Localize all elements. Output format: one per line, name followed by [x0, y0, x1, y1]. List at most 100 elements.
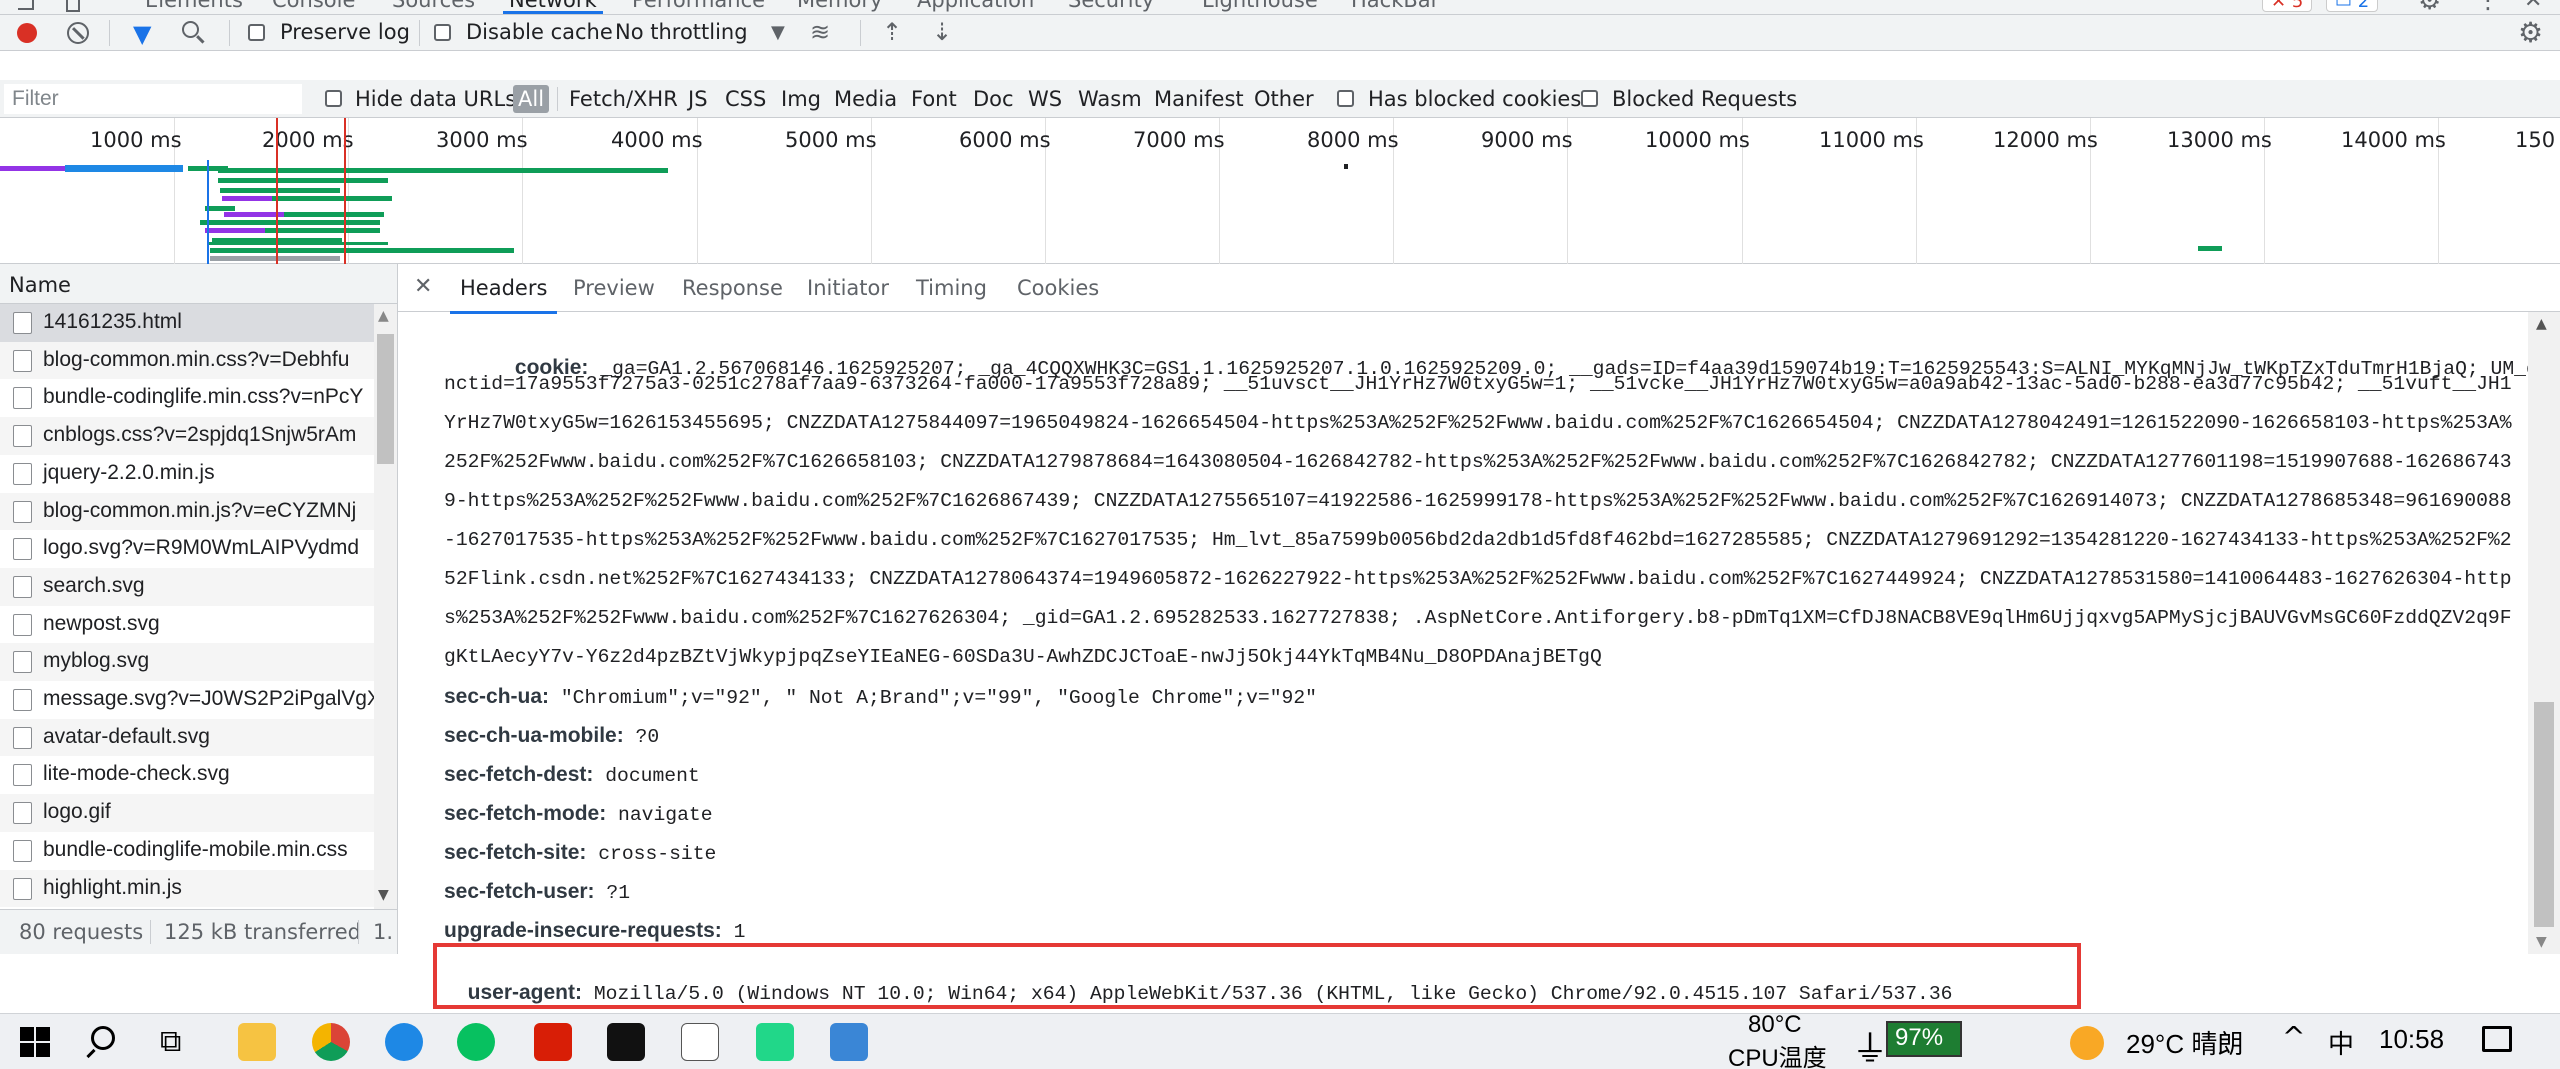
- header-value: "Chromium";v="92", " Not A;Brand";v="99"…: [560, 687, 1317, 709]
- tab-cookies[interactable]: Cookies: [1017, 276, 1099, 300]
- error-count-badge[interactable]: ✕ 5: [2262, 0, 2313, 12]
- chrome-icon[interactable]: [312, 1023, 350, 1061]
- filter-type-css[interactable]: CSS: [725, 87, 766, 111]
- close-detail-icon[interactable]: ✕: [414, 274, 432, 299]
- request-row[interactable]: jquery-2.2.0.min.js: [0, 455, 374, 493]
- snipping-tool-icon[interactable]: [830, 1023, 868, 1061]
- tab-security[interactable]: Security: [1068, 0, 1154, 12]
- scrollbar-thumb[interactable]: [377, 334, 394, 464]
- filter-type-font[interactable]: Font: [911, 87, 957, 111]
- tab-lighthouse[interactable]: Lighthouse: [1202, 0, 1318, 12]
- hide-data-urls-checkbox[interactable]: [325, 90, 342, 107]
- typora-icon[interactable]: [681, 1023, 719, 1061]
- throttling-select[interactable]: No throttling: [615, 20, 748, 44]
- request-row[interactable]: bundle-codinglife-mobile.min.css: [0, 832, 374, 870]
- export-har-icon[interactable]: ⇣: [932, 18, 952, 46]
- request-row[interactable]: logo.gif: [0, 794, 374, 832]
- close-devtools-icon[interactable]: ✕: [2524, 0, 2542, 13]
- scroll-down-icon[interactable]: ▼: [378, 887, 389, 903]
- detail-scrollbar[interactable]: ▲ ▼: [2528, 312, 2560, 954]
- filter-type-other[interactable]: Other: [1254, 87, 1314, 111]
- tab-timing[interactable]: Timing: [916, 276, 987, 300]
- pycharm-icon[interactable]: [756, 1023, 794, 1061]
- request-row[interactable]: blog-common.min.css?v=Debhfu: [0, 341, 374, 380]
- chevron-down-icon[interactable]: ▼: [771, 22, 785, 43]
- message-count-badge[interactable]: ▭ 2: [2326, 0, 2379, 12]
- file-type-icon: [13, 877, 32, 900]
- request-row[interactable]: logo.svg?v=R9M0WmLAIPVydmd: [0, 530, 374, 568]
- filter-type-ws[interactable]: WS: [1028, 87, 1062, 111]
- scroll-up-icon[interactable]: ▲: [2536, 316, 2547, 332]
- power-plug-icon[interactable]: ⏚: [1852, 1020, 1888, 1069]
- import-har-icon[interactable]: ⇡: [882, 18, 902, 46]
- filter-type-img[interactable]: Img: [781, 87, 821, 111]
- file-explorer-icon[interactable]: [238, 1023, 276, 1061]
- filter-type-all[interactable]: All: [513, 85, 550, 113]
- tab-network[interactable]: Network: [503, 0, 603, 14]
- filter-type-manifest[interactable]: Manifest: [1154, 87, 1244, 111]
- more-menu-icon[interactable]: ⋮: [2476, 0, 2500, 14]
- request-row[interactable]: newpost.svg: [0, 606, 374, 644]
- feishu-icon[interactable]: [385, 1023, 423, 1061]
- clock-time[interactable]: 10:58: [2379, 1024, 2444, 1055]
- scrollbar-thumb[interactable]: [2534, 702, 2554, 927]
- request-row[interactable]: 14161235.html: [0, 304, 374, 342]
- filter-type-media[interactable]: Media: [834, 87, 897, 111]
- netease-music-icon[interactable]: [534, 1023, 572, 1061]
- request-row[interactable]: lite-mode-check.svg: [0, 756, 374, 794]
- filter-type-js[interactable]: JS: [688, 87, 708, 111]
- tab-headers[interactable]: Headers: [449, 276, 558, 314]
- tab-console[interactable]: Console: [272, 0, 355, 12]
- notification-center-icon[interactable]: [2482, 1026, 2512, 1052]
- weather-text[interactable]: 29°C 晴朗: [2126, 1024, 2243, 1061]
- filter-input[interactable]: [4, 84, 302, 114]
- column-name-header[interactable]: Name: [9, 273, 71, 297]
- scroll-down-icon[interactable]: ▼: [2536, 934, 2547, 950]
- request-list-scrollbar[interactable]: ▲ ▼: [374, 304, 397, 909]
- search-icon[interactable]: [91, 1026, 115, 1050]
- request-row[interactable]: blog-common.min.js?v=eCYZMNj: [0, 492, 374, 531]
- blocked-requests-checkbox[interactable]: [1581, 90, 1598, 107]
- request-list-header[interactable]: Name: [0, 264, 397, 304]
- disable-cache-checkbox[interactable]: [434, 24, 451, 41]
- tab-sources[interactable]: Sources: [392, 0, 475, 12]
- record-button[interactable]: [17, 23, 37, 43]
- windows-start-icon[interactable]: [20, 1027, 50, 1057]
- preserve-log-checkbox[interactable]: [248, 24, 265, 41]
- input-method-indicator[interactable]: 中: [2328, 1024, 2354, 1061]
- request-row[interactable]: message.svg?v=J0WS2P2iPgalVgX: [0, 681, 374, 719]
- weather-sun-icon[interactable]: [2070, 1026, 2104, 1060]
- tab-preview[interactable]: Preview: [573, 276, 655, 300]
- settings-gear-icon[interactable]: ⚙: [2418, 0, 2441, 14]
- request-row[interactable]: avatar-default.svg: [0, 718, 374, 757]
- task-view-icon[interactable]: ⧉: [160, 1024, 181, 1059]
- tick-label: 14000 ms: [2341, 128, 2446, 152]
- device-toggle-icon[interactable]: [66, 0, 80, 12]
- request-row[interactable]: highlight.min.js: [0, 869, 374, 908]
- wechat-icon[interactable]: [457, 1023, 495, 1061]
- inspect-icon[interactable]: [18, 0, 34, 10]
- tab-initiator[interactable]: Initiator: [807, 276, 889, 300]
- filter-icon[interactable]: ▼: [133, 20, 151, 48]
- terminal-app-icon[interactable]: [607, 1023, 645, 1061]
- tab-response[interactable]: Response: [682, 276, 783, 300]
- filter-type-doc[interactable]: Doc: [973, 87, 1014, 111]
- show-hidden-icons-chevron-icon[interactable]: ^: [2282, 1020, 2305, 1053]
- network-settings-gear-icon[interactable]: ⚙: [2518, 16, 2543, 49]
- tab-elements[interactable]: Elements: [145, 0, 243, 12]
- network-conditions-icon[interactable]: ≋: [810, 18, 830, 46]
- tab-application[interactable]: Application: [917, 0, 1034, 12]
- has-blocked-cookies-checkbox[interactable]: [1337, 90, 1354, 107]
- request-row[interactable]: cnblogs.css?v=2spjdq1Snjw5rAm: [0, 417, 374, 455]
- tab-performance[interactable]: Performance: [632, 0, 765, 12]
- request-row[interactable]: bundle-codinglife.min.css?v=nPcY: [0, 379, 374, 417]
- request-row[interactable]: search.svg: [0, 567, 374, 606]
- filter-type-fetch-xhr[interactable]: Fetch/XHR: [569, 87, 678, 111]
- tab-hackbar[interactable]: HackBar: [1351, 0, 1439, 12]
- tab-memory[interactable]: Memory: [797, 0, 882, 12]
- network-overview-timeline[interactable]: 1000 ms 2000 ms 3000 ms 4000 ms 5000 ms …: [0, 118, 2560, 264]
- scroll-up-icon[interactable]: ▲: [378, 308, 389, 324]
- load-event-line: [276, 118, 278, 264]
- filter-type-wasm[interactable]: Wasm: [1078, 87, 1142, 111]
- request-row[interactable]: myblog.svg: [0, 643, 374, 681]
